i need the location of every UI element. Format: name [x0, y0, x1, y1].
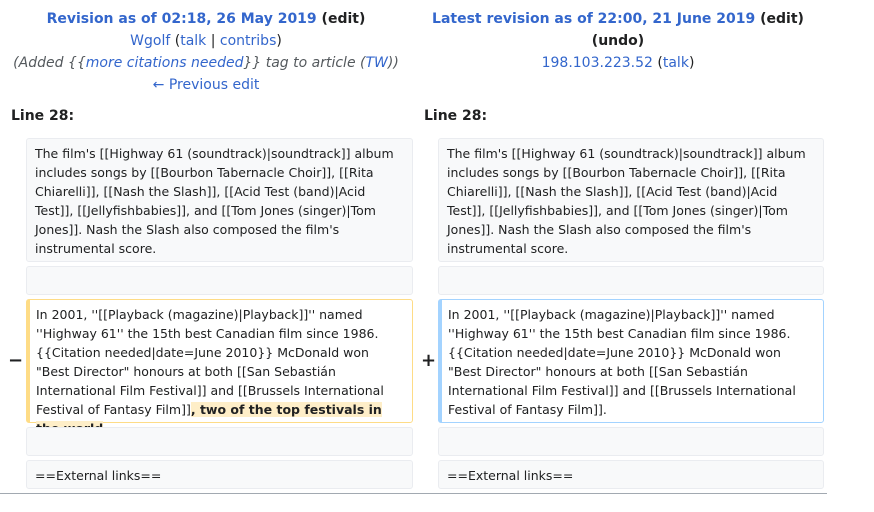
old-revision-link[interactable]: Revision as of 02:18, 26 May 2019 — [47, 11, 317, 27]
previous-edit-link[interactable]: ← Previous edit — [153, 77, 260, 93]
new-context-empty-line — [438, 266, 824, 295]
new-context-external-links: ==External links== — [438, 460, 824, 489]
old-changed-paragraph: In 2001, ''[[Playback (magazine)|Playbac… — [26, 299, 413, 436]
old-user-link[interactable]: Wgolf — [130, 33, 170, 49]
old-line-number: Line 28: — [11, 108, 75, 124]
diff-bottom-divider — [0, 493, 827, 494]
new-changed-paragraph: In 2001, ''[[Playback (magazine)|Playbac… — [438, 299, 824, 423]
more-citations-needed-link[interactable]: more citations needed — [86, 55, 244, 71]
new-edit-link[interactable]: edit — [767, 11, 798, 27]
undo-link[interactable]: undo — [598, 33, 638, 49]
old-revision-header: Revision as of 02:18, 26 May 2019 (edit)… — [0, 8, 412, 96]
old-context-paragraph: The film's [[Highway 61 (soundtrack)|sou… — [26, 138, 413, 262]
old-context-empty-line-2 — [26, 427, 413, 456]
old-revision-user-line: Wgolf (talk | contribs) — [130, 33, 282, 49]
new-revision-user-line: 198.103.223.52 (talk) — [541, 55, 695, 71]
new-revision-link[interactable]: Latest revision as of 22:00, 21 June 201… — [432, 11, 755, 27]
new-context-paragraph: The film's [[Highway 61 (soundtrack)|sou… — [438, 138, 824, 262]
old-context-empty-line — [26, 266, 413, 295]
new-revision-header: Latest revision as of 22:00, 21 June 201… — [412, 8, 824, 74]
old-user-talk-link[interactable]: talk — [180, 33, 206, 49]
old-edit-summary: (Added {{more citations needed}} tag to … — [13, 55, 399, 71]
added-line-marker: + — [421, 350, 437, 371]
new-user-talk-link[interactable]: talk — [663, 55, 689, 71]
removed-line-marker: − — [8, 350, 24, 371]
old-edit-link[interactable]: edit — [328, 11, 359, 27]
old-user-contribs-link[interactable]: contribs — [220, 33, 276, 49]
tw-link[interactable]: TW — [365, 55, 387, 71]
new-user-link[interactable]: 198.103.223.52 — [542, 55, 653, 71]
new-line-number: Line 28: — [424, 108, 488, 124]
old-context-external-links: ==External links== — [26, 460, 413, 489]
new-context-empty-line-2 — [438, 427, 824, 456]
